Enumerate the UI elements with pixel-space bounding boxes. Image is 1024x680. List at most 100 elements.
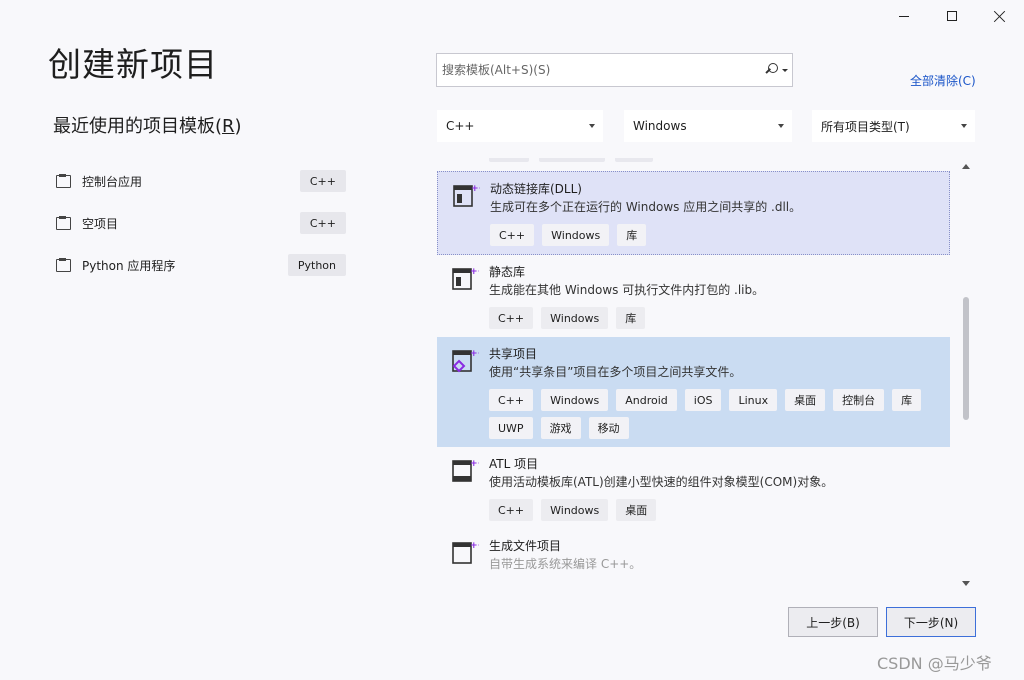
close-button[interactable] (976, 0, 1024, 32)
template-description: 生成能在其他 Windows 可执行文件内打包的 .lib。 (489, 283, 765, 297)
back-button[interactable]: 上一步(B) (788, 607, 878, 637)
window-controls (880, 0, 1024, 32)
template-description: 生成可在多个正在运行的 Windows 应用之间共享的 .dll。 (490, 200, 802, 214)
template-tag: 库 (616, 307, 646, 329)
template-tag: Linux (729, 389, 778, 411)
language-filter-dropdown[interactable]: C++ (437, 110, 603, 142)
language-tag: C++ (299, 170, 346, 192)
template-name: 生成文件项目 (489, 539, 562, 553)
makefile-project-icon: ++ (452, 541, 479, 564)
minimize-button[interactable] (880, 0, 928, 32)
platform-filter-value: Windows (633, 119, 687, 133)
svg-text:++: ++ (471, 184, 480, 194)
template-tag: C++ (489, 389, 534, 411)
template-tag: Windows (541, 307, 609, 329)
recent-heading-accesskey: R (222, 116, 235, 137)
template-list-scrollbar[interactable] (958, 160, 974, 590)
scrollbar-thumb[interactable] (963, 297, 969, 420)
chevron-down-icon (589, 124, 595, 128)
partial-tag (489, 158, 529, 162)
watermark: CSDN @马少爷 (877, 654, 992, 673)
scroll-down-arrow-icon[interactable] (962, 581, 970, 586)
recent-item-label: 空项目 (82, 216, 119, 231)
dll-icon: ++ (453, 184, 480, 207)
template-name: 共享项目 (489, 347, 538, 361)
partial-tag (539, 158, 605, 162)
recent-item-empty-project[interactable]: 空项目 C++ (50, 202, 346, 244)
language-filter-value: C++ (446, 119, 475, 133)
console-app-icon (56, 174, 72, 188)
recent-templates-heading: 最近使用的项目模板(R) (53, 112, 242, 138)
empty-project-icon (56, 216, 72, 230)
template-item[interactable]: ++ 静态库生成能在其他 Windows 可执行文件内打包的 .lib。 C++ Wi… (437, 255, 950, 337)
maximize-icon (947, 11, 957, 21)
shared-project-icon: ++ (452, 349, 479, 373)
template-tag: 桌面 (616, 499, 657, 521)
project-type-filter-dropdown[interactable]: 所有项目类型(T) (812, 110, 975, 142)
svg-text:++: ++ (470, 459, 479, 469)
chevron-down-icon[interactable] (782, 69, 788, 72)
partial-tag (615, 158, 653, 162)
template-item[interactable]: ++ 共享项目使用“共享条目”项目在多个项目之间共享文件。 C++ Windows An… (437, 337, 950, 447)
template-tag: 库 (892, 389, 922, 411)
template-tag: Windows (541, 389, 609, 411)
template-item[interactable]: ++ 动态链接库(DLL) 生成可在多个正在运行的 Windows 应用之间共享的 … (437, 171, 950, 255)
recent-templates-list: 控制台应用 C++ 空项目 C++ Python 应用程序 Python (50, 160, 346, 286)
template-name: ATL 项目 (489, 457, 539, 471)
template-tag: Windows (541, 499, 609, 521)
template-tag: C++ (490, 224, 535, 246)
next-button[interactable]: 下一步(N) (886, 607, 976, 637)
atl-project-icon: ++ (452, 459, 479, 482)
svg-text:++: ++ (470, 349, 479, 359)
python-app-icon (56, 258, 72, 272)
template-name: 动态链接库(DLL) (490, 182, 582, 196)
minimize-icon (899, 15, 909, 17)
svg-text:++: ++ (470, 541, 479, 551)
static-lib-icon: ++ (452, 267, 479, 290)
recent-item-label: Python 应用程序 (82, 258, 176, 273)
template-item[interactable]: ++ 生成文件项目自带生成系统来编译 C++。 (437, 529, 950, 583)
close-icon (994, 10, 1006, 22)
template-description: 使用活动模板库(ATL)创建小型快速的组件对象模型(COM)对象。 (489, 475, 834, 489)
template-tag: 桌面 (785, 389, 826, 411)
recent-heading-text: 最近使用的项目模板( (53, 116, 223, 137)
partial-tags-row (437, 158, 950, 171)
template-list: ++ 动态链接库(DLL) 生成可在多个正在运行的 Windows 应用之间共享的 … (437, 158, 950, 590)
template-item[interactable]: ++ ATL 项目使用活动模板库(ATL)创建小型快速的组件对象模型(COM)对象… (437, 447, 950, 529)
template-tag: Windows (542, 224, 610, 246)
maximize-button[interactable] (928, 0, 976, 32)
template-tag: 控制台 (833, 389, 885, 411)
template-description: 使用“共享条目”项目在多个项目之间共享文件。 (489, 365, 742, 379)
scroll-up-arrow-icon[interactable] (962, 164, 970, 169)
language-tag: Python (287, 254, 346, 276)
chevron-down-icon (961, 124, 967, 128)
template-tag: C++ (489, 307, 534, 329)
svg-text:++: ++ (470, 267, 479, 277)
template-search-box[interactable] (436, 53, 793, 87)
template-tag: Android (616, 389, 677, 411)
recent-item-console-app[interactable]: 控制台应用 C++ (50, 160, 346, 202)
template-name: 静态库 (489, 265, 526, 279)
template-tag: 游戏 (540, 417, 581, 439)
clear-all-link[interactable]: 全部清除(C) (910, 72, 976, 89)
template-tags: C++ Windows 库 (489, 307, 940, 329)
template-tag: 移动 (588, 417, 629, 439)
platform-filter-dropdown[interactable]: Windows (624, 110, 792, 142)
recent-heading-end: ) (234, 116, 242, 137)
search-input[interactable] (442, 63, 752, 77)
search-icon[interactable] (764, 63, 778, 77)
template-tag: C++ (489, 499, 534, 521)
template-tag: UWP (489, 417, 533, 439)
project-type-filter-value: 所有项目类型(T) (821, 119, 910, 134)
template-tag: 库 (617, 224, 647, 246)
template-tags: C++ Windows 库 (490, 224, 939, 246)
template-tags: C++ Windows 桌面 (489, 499, 940, 521)
page-title: 创建新项目 (48, 45, 218, 84)
template-tag: iOS (684, 389, 722, 411)
language-tag: C++ (299, 212, 346, 234)
template-tags: C++ Windows Android iOS Linux 桌面 控制台库 UWP 游戏 移动 (489, 389, 940, 439)
chevron-down-icon (778, 124, 784, 128)
recent-item-python-app[interactable]: Python 应用程序 Python (50, 244, 346, 286)
template-description: 自带生成系统来编译 C++。 (489, 557, 642, 571)
recent-item-label: 控制台应用 (82, 174, 143, 189)
